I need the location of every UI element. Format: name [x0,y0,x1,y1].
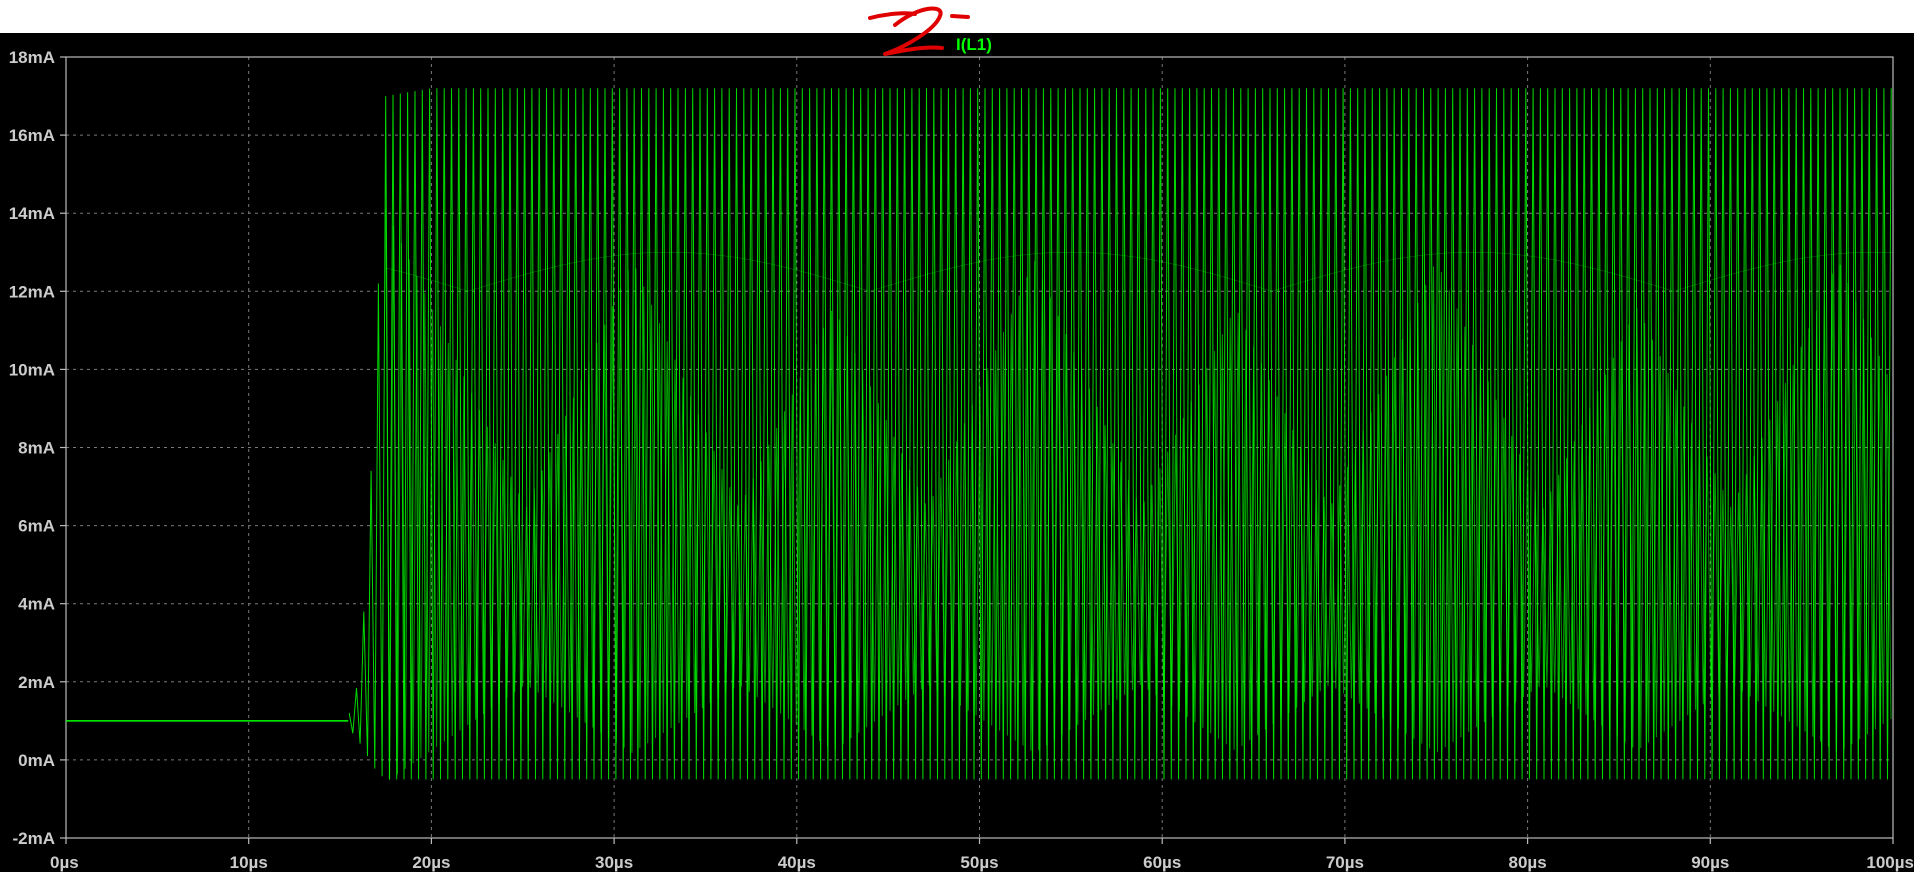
y-tick-label: 10mA [9,360,55,379]
plot-background [0,0,1914,872]
waveform-chart[interactable]: 0µs 10µs 20µs 30µs 40µs 50µs 60µs 70µs 80µs 90µs 1… [0,0,1914,872]
y-tick-label: 0mA [18,751,55,770]
x-tick-label: 30µs [595,853,633,872]
x-tick-label: 90µs [1691,853,1729,872]
annotation-stroke-3 [950,14,970,19]
y-tick-label: -2mA [12,829,55,848]
x-tick-label: 80µs [1509,853,1547,872]
x-tick-label: 100µs [1866,853,1914,872]
x-tick-label: 10µs [230,853,268,872]
y-tick-label: 18mA [9,48,55,67]
x-tick-label: 70µs [1326,853,1364,872]
x-tick-label: 20µs [412,853,450,872]
y-tick-label: 16mA [9,126,55,145]
y-tick-label: 6mA [18,517,55,536]
x-tick-label: 50µs [960,853,998,872]
x-tick-label: 40µs [778,853,816,872]
y-tick-label: 14mA [9,204,55,223]
y-tick-label: 4mA [18,595,55,614]
chart-root: 0µs 10µs 20µs 30µs 40µs 50µs 60µs 70µs 80µs 90µs 1… [0,0,1914,872]
y-tick-label: 12mA [9,282,55,301]
x-tick-label: 0µs [50,853,79,872]
y-tick-label: 2mA [18,673,55,692]
x-tick-label: 60µs [1143,853,1181,872]
legend-entry-i-l1[interactable]: I(L1) [956,35,992,54]
y-tick-label: 8mA [18,439,55,458]
legend[interactable]: I(L1) [956,35,992,54]
